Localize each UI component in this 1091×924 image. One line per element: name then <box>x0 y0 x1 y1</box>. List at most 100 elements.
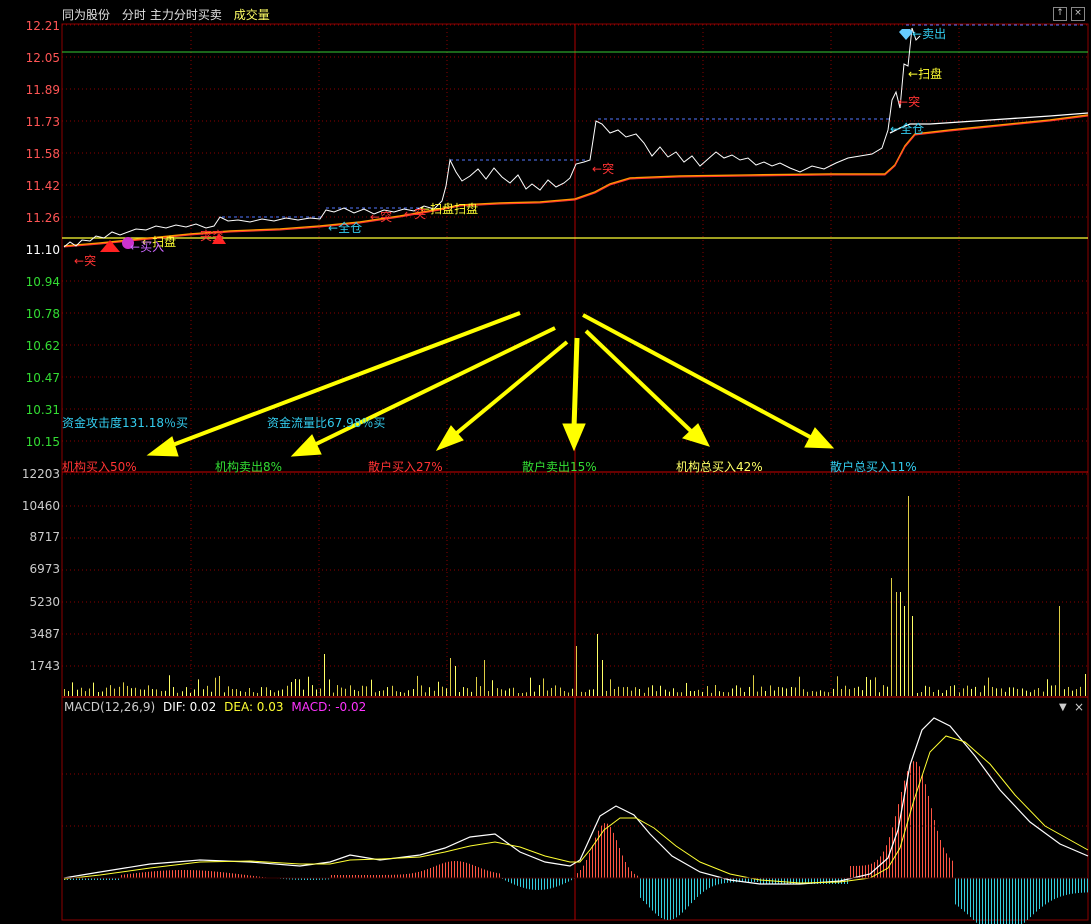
volume-bar <box>639 689 640 696</box>
volume-bar <box>266 687 267 696</box>
volume-bar <box>744 691 745 696</box>
volume-bar <box>992 686 993 696</box>
volume-bar <box>320 688 321 696</box>
macd-bar <box>583 865 584 878</box>
macd-bar <box>136 873 137 878</box>
inst-buy-stat: 机构买入50% <box>62 460 137 474</box>
volume-bar <box>564 691 565 696</box>
volume-bar <box>782 687 783 696</box>
volume-bar <box>589 689 590 696</box>
macd-bar <box>1033 878 1034 915</box>
volume-bar <box>169 675 170 696</box>
retail-total-buy-stat: 散户总买入11% <box>830 460 917 474</box>
volume-bar <box>702 691 703 696</box>
macd-bar <box>880 856 881 878</box>
volume-bar <box>950 686 951 696</box>
volume-bar <box>173 687 174 696</box>
macd-bar <box>196 870 197 878</box>
macd-bar <box>985 878 986 924</box>
macd-bar <box>604 823 605 878</box>
macd-bar <box>148 871 149 878</box>
volume-bar <box>459 692 460 696</box>
macd-bar <box>943 847 944 878</box>
volume-bar <box>98 692 99 696</box>
volume-bar <box>841 688 842 696</box>
macd-bar <box>427 869 428 878</box>
volume-bar <box>539 685 540 696</box>
macd-bar <box>160 870 161 878</box>
macd-bar <box>205 870 206 878</box>
macd-bar <box>217 871 218 878</box>
volume-bar <box>975 686 976 696</box>
volume-bar <box>736 685 737 696</box>
buy-signal-label: ←买入 <box>130 240 165 254</box>
volume-bar <box>1009 687 1010 696</box>
volume-bar <box>211 691 212 696</box>
macd-bar <box>556 878 557 887</box>
macd-bar <box>1006 878 1007 924</box>
macd-bar <box>760 878 761 884</box>
volume-bar <box>72 682 73 696</box>
macd-bar <box>595 837 596 878</box>
volume-bar <box>488 691 489 696</box>
volume-bar <box>967 685 968 696</box>
volume-bar <box>774 690 775 696</box>
macd-bar <box>706 878 707 890</box>
macd-bar <box>616 840 617 878</box>
volume-bar <box>866 676 867 696</box>
volume-bar <box>207 685 208 696</box>
macd-bar <box>997 878 998 924</box>
macd-bar <box>190 870 191 878</box>
volume-bar <box>228 686 229 696</box>
macd-name: MACD(12,26,9) <box>64 700 156 714</box>
macd-bar <box>949 857 950 878</box>
macd-bar <box>400 874 401 878</box>
macd-bar <box>538 878 539 890</box>
macd-bar <box>991 878 992 924</box>
volume-bar <box>366 686 367 696</box>
macd-bar <box>124 874 125 878</box>
dropdown-icon[interactable]: ▼ <box>1059 702 1067 713</box>
volume-bar <box>686 682 687 696</box>
macd-bar <box>967 878 968 915</box>
macd-bar <box>433 866 434 878</box>
macd-bar <box>439 864 440 878</box>
volume-bar <box>513 687 514 696</box>
volume-bar <box>274 692 275 696</box>
macd-bar <box>634 873 635 878</box>
breakout-signal-label: ←突 <box>592 162 615 176</box>
macd-bar <box>199 870 200 878</box>
volume-bar <box>891 578 892 696</box>
volume-bar <box>224 692 225 696</box>
macd-bar <box>223 872 224 878</box>
volume-bar <box>824 691 825 696</box>
macd-bar <box>721 878 722 884</box>
volume-bar <box>350 685 351 696</box>
volume-bar <box>593 689 594 696</box>
volume-bar <box>156 689 157 696</box>
full-position-label: ←全仓 <box>328 221 363 235</box>
macd-bar <box>784 878 785 884</box>
macd-bar <box>232 873 233 878</box>
macd-bar <box>454 861 455 878</box>
macd-bar <box>490 871 491 878</box>
macd-bar <box>1072 878 1073 894</box>
volume-bar <box>362 685 363 696</box>
macd-bar <box>913 761 914 878</box>
macd-bar <box>853 865 854 878</box>
volume-bar <box>446 688 447 696</box>
close-panel-icon[interactable]: × <box>1074 700 1084 714</box>
macd-bar <box>580 870 581 878</box>
macd-bar <box>865 865 866 878</box>
volume-bar <box>518 692 519 696</box>
macd-bar <box>1075 878 1076 894</box>
volume-bar <box>480 686 481 696</box>
volume-bar <box>93 682 94 696</box>
macd-bar <box>895 816 896 878</box>
volume-bar <box>1068 686 1069 696</box>
macd-bar <box>184 870 185 878</box>
volume-bar <box>371 679 372 696</box>
macd-bar <box>643 878 644 901</box>
macd-bar <box>202 870 203 878</box>
macd-bar <box>961 878 962 910</box>
